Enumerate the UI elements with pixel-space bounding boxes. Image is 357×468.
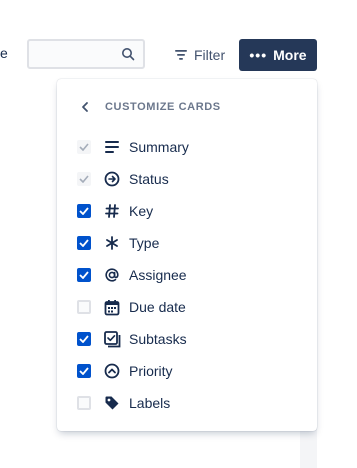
tag-icon — [103, 394, 121, 412]
option-labels[interactable]: Labels — [77, 387, 297, 419]
check-icon — [79, 239, 89, 247]
option-label: Subtasks — [129, 331, 187, 347]
labels-checkbox[interactable] — [77, 396, 91, 410]
check-icon — [79, 271, 89, 279]
filter-icon — [175, 50, 187, 60]
search-input[interactable] — [29, 41, 135, 67]
option-summary[interactable]: Summary — [77, 131, 297, 163]
menu-title: CUSTOMIZE CARDS — [105, 101, 221, 113]
check-icon — [79, 367, 89, 375]
subtasks-checkbox[interactable] — [77, 332, 91, 346]
option-type[interactable]: Type — [77, 227, 297, 259]
more-dots-icon: ••• — [249, 47, 268, 63]
status-checkbox — [77, 172, 91, 186]
customize-cards-menu: CUSTOMIZE CARDS Summary Status Key Type … — [57, 79, 317, 431]
priority-checkbox[interactable] — [77, 364, 91, 378]
more-label: More — [273, 47, 307, 63]
summary-icon — [103, 138, 121, 156]
option-label: Due date — [129, 299, 186, 315]
option-label: Summary — [129, 139, 189, 155]
check-icon — [79, 335, 89, 343]
toolbar-partial-label: e — [0, 45, 8, 61]
more-button[interactable]: ••• More — [239, 39, 317, 71]
option-label: Status — [129, 171, 169, 187]
at-icon — [103, 266, 121, 284]
option-label: Labels — [129, 395, 171, 411]
summary-checkbox — [77, 140, 91, 154]
option-label: Key — [129, 203, 154, 219]
check-icon — [79, 175, 89, 183]
check-icon — [79, 207, 89, 215]
type-checkbox[interactable] — [77, 236, 91, 250]
search-field[interactable] — [27, 39, 145, 69]
option-label: Assignee — [129, 267, 187, 283]
calendar-icon — [103, 298, 121, 316]
menu-header: CUSTOMIZE CARDS — [57, 97, 317, 117]
priority-icon — [103, 362, 121, 380]
assignee-checkbox[interactable] — [77, 268, 91, 282]
option-subtasks[interactable]: Subtasks — [77, 323, 297, 355]
option-label: Priority — [129, 363, 173, 379]
due-date-checkbox[interactable] — [77, 300, 91, 314]
option-due-date[interactable]: Due date — [77, 291, 297, 323]
option-key[interactable]: Key — [77, 195, 297, 227]
asterisk-icon — [103, 234, 121, 252]
subtasks-icon — [103, 330, 121, 348]
key-checkbox[interactable] — [77, 204, 91, 218]
hash-icon — [103, 202, 121, 220]
option-priority[interactable]: Priority — [77, 355, 297, 387]
status-icon — [103, 170, 121, 188]
filter-label: Filter — [194, 47, 226, 63]
filter-button[interactable]: Filter — [168, 40, 231, 70]
search-icon — [122, 48, 135, 61]
option-assignee[interactable]: Assignee — [77, 259, 297, 291]
back-arrow-icon[interactable] — [77, 99, 93, 115]
option-status[interactable]: Status — [77, 163, 297, 195]
option-label: Type — [129, 235, 160, 251]
check-icon — [79, 143, 89, 151]
